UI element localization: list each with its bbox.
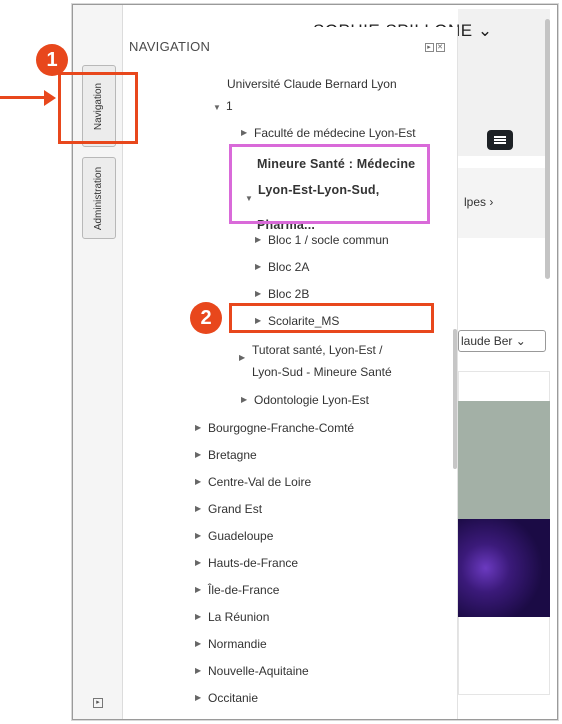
- collapsed-arrow-icon: ▶: [241, 395, 248, 404]
- tree-item-label: Tutorat santé, Lyon-Est /: [252, 343, 383, 357]
- tree-item-label: Lyon-Est-Lyon-Sud,: [258, 183, 380, 197]
- tree-item-region[interactable]: ▶ Centre-Val de Loire: [195, 475, 311, 489]
- tree-item-label[interactable]: Scolarite_MS: [268, 314, 339, 328]
- tree-item-label[interactable]: La Réunion: [208, 610, 269, 624]
- annotation-arrow-head: [44, 90, 56, 106]
- tree-item-label[interactable]: Centre-Val de Loire: [208, 475, 311, 489]
- block-dock: Navigation Administration ▸: [73, 5, 123, 719]
- collapsed-arrow-icon: ▶: [195, 423, 202, 432]
- tree-item-label: Lyon-Sud - Mineure Santé: [252, 365, 392, 379]
- tree-item-scolarite[interactable]: ▶ Scolarite_MS: [255, 314, 339, 328]
- navigation-block: NAVIGATION ▸ ✕ Université Claude Bernard …: [123, 27, 458, 719]
- collapsed-arrow-icon: ▶: [195, 558, 202, 567]
- breadcrumb[interactable]: lpes ›: [458, 168, 550, 238]
- collapsed-arrow-icon: ▶: [255, 289, 262, 298]
- annotation-badge-2: 2: [190, 302, 222, 334]
- annotation-arrow-line: [0, 96, 46, 99]
- tree-item-label: Mineure Santé : Médecine: [257, 157, 416, 171]
- tree-item-mineure[interactable]: Mineure Santé : Médecine ▼ Lyon-Est-Lyon…: [245, 151, 415, 238]
- tree-item-label[interactable]: Bretagne: [208, 448, 257, 462]
- tree-item-label[interactable]: Bloc 2B: [268, 287, 309, 301]
- navigation-tree: Université Claude Bernard Lyon ▼ 1 ▶ Fac…: [123, 27, 453, 719]
- tree-item-region[interactable]: ▶ Grand Est: [195, 502, 262, 516]
- collapsed-arrow-icon: ▶: [195, 477, 202, 486]
- tree-item-faculty[interactable]: ▶ Faculté de médecine Lyon-Est: [241, 126, 416, 140]
- tree-item-region[interactable]: ▶ Bretagne: [195, 448, 257, 462]
- tree-item-label[interactable]: Bloc 1 / socle commun: [268, 233, 389, 247]
- collapsed-arrow-icon: ▶: [195, 639, 202, 648]
- tree-item-bloc1[interactable]: ▶ Bloc 1 / socle commun: [255, 233, 389, 247]
- course-image: [458, 401, 550, 519]
- tree-item-label[interactable]: Occitanie: [208, 691, 258, 705]
- tree-item-region[interactable]: ▶ Île-de-France: [195, 583, 279, 597]
- tree-item-label[interactable]: Faculté de médecine Lyon-Est: [254, 126, 416, 140]
- browser-frame: SOPHIE SPILLONE ⌄ lpes › laude Ber ⌄ Nav…: [72, 4, 558, 720]
- collapsed-arrow-icon: ▶: [195, 504, 202, 513]
- collapsed-arrow-icon: ▶: [195, 666, 202, 675]
- collapsed-arrow-icon: ▶: [195, 450, 202, 459]
- tree-item-label[interactable]: Bloc 2A: [268, 260, 309, 274]
- collapsed-arrow-icon: ▶: [241, 128, 248, 137]
- expanded-arrow-icon: ▼: [245, 194, 254, 203]
- collapsed-arrow-icon: ▶: [255, 235, 262, 244]
- collapsed-arrow-icon: ▶: [195, 531, 202, 540]
- annotation-badge-1: 1: [36, 44, 68, 76]
- tree-item-bloc2a[interactable]: ▶ Bloc 2A: [255, 260, 309, 274]
- dock-tab-administration-label: Administration: [93, 166, 105, 230]
- collapsed-arrow-icon: ▶: [195, 612, 202, 621]
- block-scrollbar[interactable]: [453, 329, 457, 469]
- tree-item-region[interactable]: ▶ Nouvelle-Aquitaine: [195, 664, 309, 678]
- tree-item-label[interactable]: Nouvelle-Aquitaine: [208, 664, 309, 678]
- dock-tab-administration[interactable]: Administration: [82, 157, 116, 239]
- tree-item-label[interactable]: Hauts-de-France: [208, 556, 298, 570]
- tree-item-label[interactable]: Guadeloupe: [208, 529, 273, 543]
- tree-item-label: 1: [226, 99, 233, 113]
- tree-item-university[interactable]: Université Claude Bernard Lyon ▼ 1: [213, 75, 397, 121]
- collapsed-arrow-icon: ▶: [255, 316, 262, 325]
- tree-item-region[interactable]: ▶ Hauts-de-France: [195, 556, 298, 570]
- tree-item-label[interactable]: Bourgogne-Franche-Comté: [208, 421, 354, 435]
- menu-icon[interactable]: [487, 130, 513, 150]
- undock-icon[interactable]: ▸: [93, 698, 103, 708]
- tree-item-label[interactable]: Odontologie Lyon-Est: [254, 393, 369, 407]
- tree-item-region[interactable]: ▶ Bourgogne-Franche-Comté: [195, 421, 354, 435]
- tree-item-bloc2b[interactable]: ▶ Bloc 2B: [255, 287, 309, 301]
- tree-item-region[interactable]: ▶ Guadeloupe: [195, 529, 273, 543]
- dock-tab-navigation-label: Navigation: [93, 82, 105, 130]
- tree-item-odontologie[interactable]: ▶ Odontologie Lyon-Est: [241, 393, 369, 407]
- tree-item-region[interactable]: ▶ La Réunion: [195, 610, 269, 624]
- tree-item-region[interactable]: ▶ Occitanie: [195, 691, 258, 705]
- collapsed-arrow-icon: ▶: [255, 262, 262, 271]
- tree-item-region[interactable]: ▶ Normandie: [195, 637, 267, 651]
- tree-item-label[interactable]: Grand Est: [208, 502, 262, 516]
- dock-tab-navigation[interactable]: Navigation: [82, 65, 116, 147]
- tree-item-label: Université Claude Bernard Lyon: [227, 77, 397, 91]
- collapsed-arrow-icon: ▶: [239, 353, 246, 362]
- tree-item-label[interactable]: Île-de-France: [208, 583, 279, 597]
- course-banner-image: [458, 519, 550, 617]
- tree-item-tutorat[interactable]: ▶ Tutorat santé, Lyon-Est / Lyon-Sud - M…: [239, 339, 392, 383]
- expanded-arrow-icon: ▼: [213, 103, 221, 112]
- page-scrollbar[interactable]: [545, 19, 550, 279]
- collapsed-arrow-icon: ▶: [195, 693, 202, 702]
- collapsed-arrow-icon: ▶: [195, 585, 202, 594]
- course-select[interactable]: laude Ber ⌄: [458, 330, 546, 352]
- tree-item-label[interactable]: Normandie: [208, 637, 267, 651]
